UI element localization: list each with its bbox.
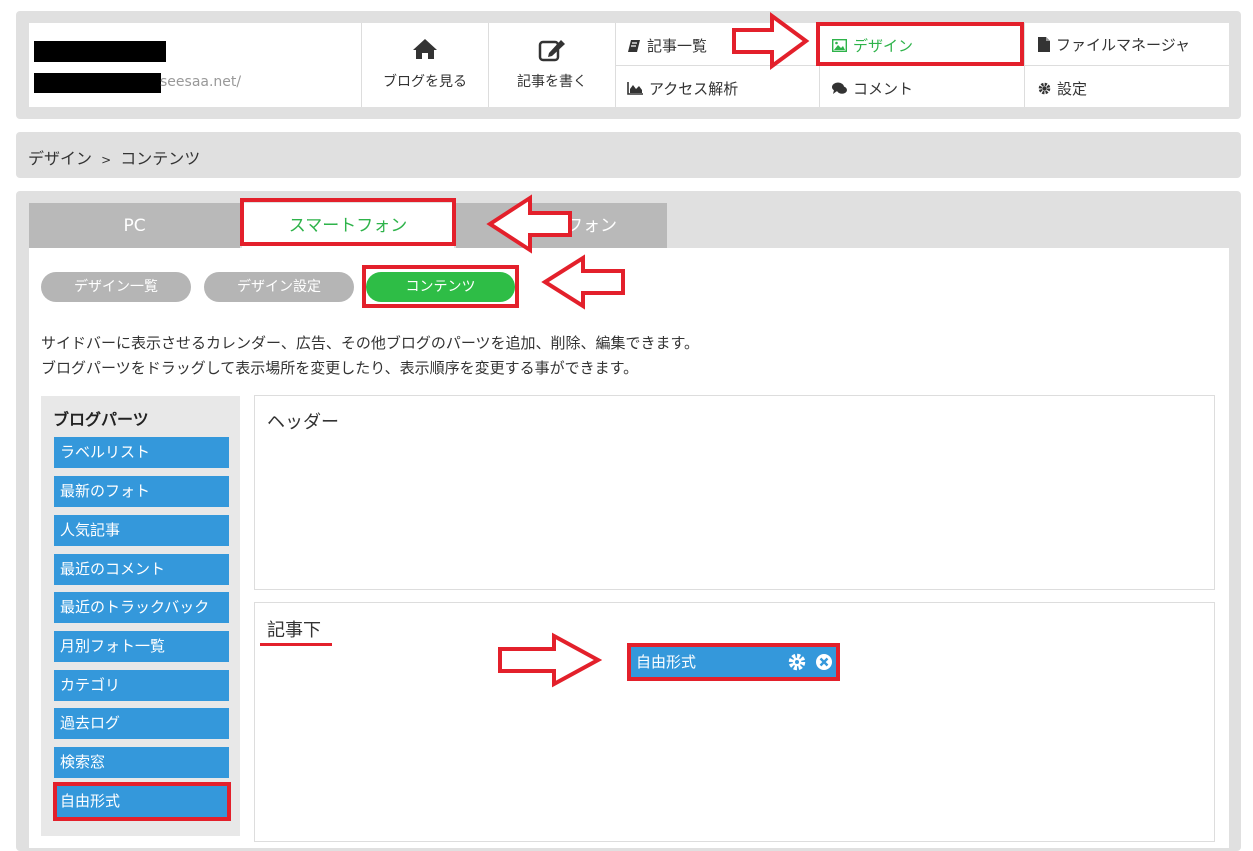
breadcrumb-parent[interactable]: デザイン: [28, 149, 92, 168]
zone-header-title: ヘッダー: [267, 412, 339, 433]
breadcrumb: デザイン > コンテンツ: [28, 145, 200, 169]
annotation-underline: [260, 643, 332, 646]
menu-item-comments[interactable]: コメント: [832, 78, 913, 99]
blog-url-domain[interactable]: seesaa.net/: [160, 74, 241, 90]
menu-item-label: コメント: [853, 80, 914, 98]
annotation-arrow-left-icon: [486, 194, 572, 254]
description-line-1: サイドバーに表示させるカレンダー、広告、その他ブログのパーツを追加、削除、編集で…: [41, 334, 700, 352]
part-archives[interactable]: 過去ログ: [54, 708, 229, 739]
edit-icon: [538, 40, 565, 62]
annotation-box-smartphone-tab: [240, 198, 456, 246]
zone-below-article-title: 記事下: [267, 620, 321, 641]
annotation-box-contents: [362, 265, 519, 308]
menu-item-label: 記事一覧: [647, 37, 708, 55]
menu-item-label: ファイルマネージャ: [1056, 36, 1190, 54]
part-search-box[interactable]: 検索窓: [54, 747, 229, 778]
blog-name-redacted: [34, 41, 166, 62]
part-popular-posts[interactable]: 人気記事: [54, 515, 229, 546]
book-icon: [628, 39, 640, 52]
comments-icon: [832, 82, 847, 94]
part-category[interactable]: カテゴリ: [54, 670, 229, 701]
home-icon: [413, 39, 437, 59]
menu-item-label: アクセス解析: [649, 80, 739, 98]
menu-item-post-list[interactable]: 記事一覧: [627, 35, 707, 56]
menu-item-label: 設定: [1057, 80, 1088, 98]
annotation-box-free-format-part: [53, 782, 231, 821]
part-label-list[interactable]: ラベルリスト: [54, 437, 229, 468]
part-latest-photos[interactable]: 最新のフォト: [54, 476, 229, 507]
breadcrumb-current: コンテンツ: [120, 149, 201, 168]
subtab-design-list[interactable]: デザイン一覧: [41, 272, 191, 302]
annotation-arrow-right-icon: [732, 12, 810, 70]
blog-url-redacted: [34, 73, 161, 93]
menu-item-settings[interactable]: 設定: [1038, 78, 1087, 99]
annotation-arrow-right-icon: [498, 632, 602, 688]
write-post-button[interactable]: 記事を書く: [488, 23, 615, 107]
area-chart-icon: [627, 82, 643, 95]
subtab-design-settings[interactable]: デザイン設定: [204, 272, 354, 302]
view-blog-label: ブログを見る: [383, 74, 467, 90]
view-blog-button[interactable]: ブログを見る: [361, 23, 488, 107]
gear-icon: [1038, 82, 1051, 95]
menu-item-file-manager[interactable]: ファイルマネージャ: [1038, 34, 1190, 55]
annotation-box-placed-widget: [627, 643, 840, 681]
annotation-arrow-left-icon: [541, 254, 625, 310]
description-line-2: ブログパーツをドラッグして表示場所を変更したり、表示順序を変更する事ができます。: [41, 359, 639, 377]
zone-below-article[interactable]: 記事下: [254, 602, 1215, 842]
zone-header[interactable]: ヘッダー: [254, 395, 1215, 590]
menu-item-analytics[interactable]: アクセス解析: [627, 78, 738, 99]
part-monthly-photos[interactable]: 月別フォト一覧: [54, 631, 229, 662]
part-recent-trackbacks[interactable]: 最近のトラックバック: [54, 592, 229, 623]
write-post-label: 記事を書く: [517, 74, 587, 90]
part-recent-comments[interactable]: 最近のコメント: [54, 554, 229, 585]
file-icon: [1038, 37, 1050, 52]
breadcrumb-separator: >: [101, 153, 112, 167]
annotation-box-design: [816, 22, 1024, 66]
blog-parts-title: ブログパーツ: [53, 410, 149, 429]
tab-pc[interactable]: PC: [29, 203, 240, 249]
